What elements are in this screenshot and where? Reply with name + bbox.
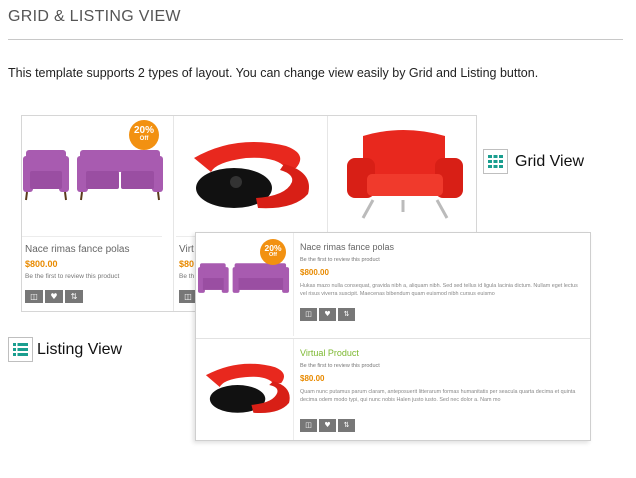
- product-price: $800.00: [300, 268, 329, 277]
- product-price: $80: [179, 259, 195, 269]
- product-actions: ◫ ♥ ⇅: [25, 290, 83, 303]
- wishlist-button[interactable]: ♥: [319, 308, 336, 321]
- product-name[interactable]: Nace rimas fance polas: [300, 242, 394, 252]
- red-round-sofa-image: [205, 339, 294, 440]
- discount-badge: 20% Off: [260, 239, 286, 265]
- list-product-row: 20% Off Nace rimas fance polas Be the fi…: [196, 233, 590, 336]
- review-link[interactable]: Be the first to review this product: [300, 257, 380, 263]
- compare-button[interactable]: ⇅: [338, 308, 355, 321]
- discount-badge: 20% Off: [129, 120, 159, 150]
- product-description: Quam nunc putamus parum claram, anteposu…: [300, 389, 576, 403]
- add-to-cart-button[interactable]: ◫: [300, 308, 317, 321]
- list-product-row: Virtual Product Be the first to review t…: [196, 338, 590, 440]
- product-name[interactable]: Virt: [179, 244, 194, 255]
- grid-product-card: 20% Off Nace rimas fance polas $800.00 B…: [22, 116, 174, 311]
- grid-view-label: Grid View: [515, 152, 585, 170]
- review-link[interactable]: Be the first to review this product: [25, 273, 119, 280]
- list-icon: [8, 337, 33, 362]
- wishlist-button[interactable]: ♥: [319, 419, 336, 432]
- title-divider: [8, 39, 623, 40]
- product-actions: ◫ ♥ ⇅: [300, 419, 355, 432]
- product-name[interactable]: Virtual Product: [300, 348, 359, 358]
- product-price: $80.00: [300, 374, 325, 383]
- listing-view-screenshot: 20% Off Nace rimas fance polas Be the fi…: [195, 232, 591, 441]
- add-to-cart-button[interactable]: ◫: [300, 419, 317, 432]
- listing-view-button[interactable]: Listing View: [8, 337, 122, 362]
- listing-view-label: Listing View: [37, 340, 123, 358]
- page-title: GRID & LISTING VIEW: [8, 8, 181, 25]
- red-armchair-image: [347, 130, 463, 219]
- compare-button[interactable]: ⇅: [338, 419, 355, 432]
- red-round-sofa-image: [194, 142, 309, 209]
- intro-text: This template supports 2 types of layout…: [8, 66, 539, 80]
- wishlist-button[interactable]: ♥: [45, 290, 63, 303]
- grid-view-button[interactable]: Grid View: [483, 149, 584, 174]
- review-link[interactable]: Be th: [179, 273, 194, 280]
- product-description: Hukas mazo nulla consequat, gravida nibh…: [300, 283, 578, 297]
- compare-button[interactable]: ⇅: [65, 290, 83, 303]
- product-price: $800.00: [25, 259, 58, 269]
- add-to-cart-button[interactable]: ◫: [25, 290, 43, 303]
- review-link[interactable]: Be the first to review this product: [300, 363, 380, 369]
- product-name[interactable]: Nace rimas fance polas: [25, 244, 130, 255]
- grid-icon: [483, 149, 508, 174]
- product-actions: ◫ ♥ ⇅: [300, 308, 355, 321]
